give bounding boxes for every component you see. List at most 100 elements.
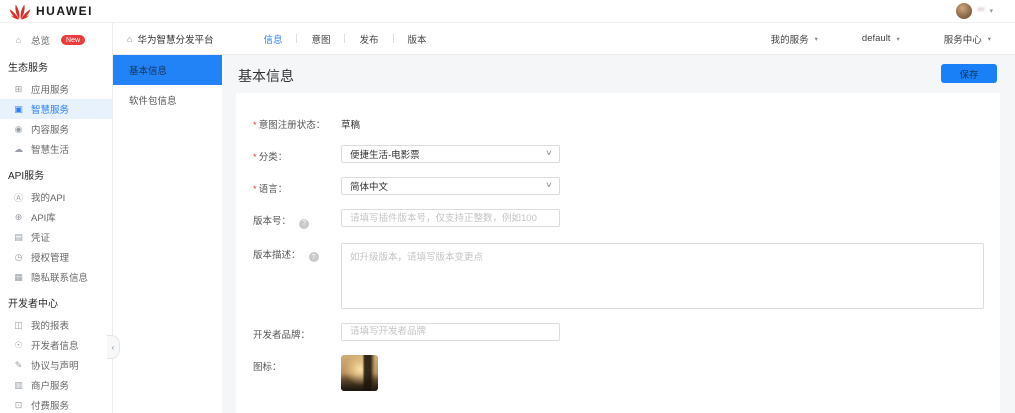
sidebar-item-merchant-services[interactable]: ▥ 商户服务 xyxy=(0,375,112,395)
sidebar-item-my-reports[interactable]: ◫ 我的报表 xyxy=(0,315,112,335)
tabs-group: 信息 意图 发布 版本 xyxy=(263,32,427,46)
sidebar-item-label: 协议与声明 xyxy=(31,361,79,372)
sidebar-item-label: 授权管理 xyxy=(31,253,70,264)
field-label: 开发者品牌： xyxy=(253,323,341,341)
sidebar-item-smart-life[interactable]: ☁ 智慧生活 xyxy=(0,139,112,159)
category-select[interactable]: 便捷生活-电影票 ∨ xyxy=(341,145,560,163)
version-input[interactable] xyxy=(341,209,560,227)
logo-wordmark: HUAWEI xyxy=(36,4,93,18)
sidebar-item-label: 我的报表 xyxy=(31,321,70,332)
sidebar-item-content-services[interactable]: ◉ 内容服务 xyxy=(0,119,112,139)
chevron-down-icon: ∨ xyxy=(545,180,553,189)
user-name-masked: ** xyxy=(977,6,985,16)
platform-title: ⌂ 华为智慧分发平台 xyxy=(113,32,213,46)
tab-publish[interactable]: 发布 xyxy=(359,32,378,46)
caret-down-icon: ▾ xyxy=(814,35,818,43)
subnav-basic-info[interactable]: 基本信息 xyxy=(113,55,222,85)
api-library-icon: ⊕ xyxy=(14,211,23,222)
icon-label: 图标： xyxy=(253,361,282,373)
sidebar-item-credentials[interactable]: ▤ 凭证 xyxy=(0,227,112,247)
field-label: 版本描述：? xyxy=(253,243,341,309)
tab-separator xyxy=(344,34,346,43)
dropdown-label: 服务中心 xyxy=(943,34,982,46)
chevron-down-icon: ∨ xyxy=(545,148,553,157)
sidebar-item-agreements[interactable]: ✎ 协议与声明 xyxy=(0,355,112,375)
user-avatar[interactable] xyxy=(956,3,973,19)
tab-separator xyxy=(296,34,298,43)
user-caret-icon: ▾ xyxy=(989,8,993,15)
sidebar-item-paid-services[interactable]: ⊡ 付费服务 xyxy=(0,395,112,413)
credentials-icon: ▤ xyxy=(14,231,23,242)
form-row-version-desc: 版本描述：? xyxy=(253,242,984,309)
smart-life-icon: ☁ xyxy=(14,143,23,154)
status-value: 草稿 xyxy=(341,120,361,131)
category-label: 分类： xyxy=(258,152,288,163)
dropdown-label: 我的服务 xyxy=(770,34,809,46)
info-icon[interactable]: ? xyxy=(299,218,310,229)
required-mark: * xyxy=(253,184,257,195)
tab-intent[interactable]: 意图 xyxy=(311,32,330,46)
subnav-package-info[interactable]: 软件包信息 xyxy=(113,85,222,115)
app-grid-icon: ⊞ xyxy=(14,83,23,94)
form-row-icon: 图标： xyxy=(253,354,984,391)
field-label: 版本号：? xyxy=(253,209,341,229)
new-badge: New xyxy=(61,35,86,45)
sidebar-item-overview[interactable]: ⌂ 总览 New xyxy=(0,29,112,51)
field-label: * 语言： xyxy=(253,177,341,195)
form-row-brand: 开发者品牌： xyxy=(253,322,984,341)
tab-bar: ⌂ 华为智慧分发平台 信息 意图 发布 版本 我的服务 ▾ default ▾ … xyxy=(113,23,1015,55)
sidebar-item-app-services[interactable]: ⊞ 应用服务 xyxy=(0,79,112,99)
sidebar-item-label: 总览 xyxy=(31,36,51,47)
privacy-contact-icon: ▦ xyxy=(14,271,23,282)
service-center-dropdown[interactable]: 服务中心 ▾ xyxy=(944,32,991,46)
tab-separator xyxy=(392,34,394,43)
sidebar-item-label: 智慧生活 xyxy=(31,145,70,156)
sidebar-item-smart-services[interactable]: ▣ 智慧服务 xyxy=(0,99,112,119)
smart-service-icon: ▣ xyxy=(14,103,23,114)
user-menu[interactable]: ** ▾ xyxy=(956,3,1015,19)
version-desc-textarea[interactable] xyxy=(341,242,984,309)
required-mark: * xyxy=(253,152,257,163)
save-button[interactable]: 保存 xyxy=(941,64,997,83)
sidebar-item-my-api[interactable]: Ⓐ 我的API xyxy=(0,187,112,207)
sidebar-item-auth-management[interactable]: ◷ 授权管理 xyxy=(0,247,112,267)
info-icon[interactable]: ? xyxy=(308,252,319,262)
my-services-dropdown[interactable]: 我的服务 ▾ xyxy=(771,32,818,46)
brand-label: 开发者品牌： xyxy=(253,329,311,341)
sidebar-item-label: 智慧服务 xyxy=(31,105,70,116)
sidebar-item-label: 我的API xyxy=(31,193,66,204)
status-label: 意图注册状态： xyxy=(258,120,326,131)
platform-label: 华为智慧分发平台 xyxy=(137,34,214,46)
sidebar-item-privacy-contact[interactable]: ▦ 隐私联系信息 xyxy=(0,267,112,287)
language-select[interactable]: 简体中文 ∨ xyxy=(341,177,560,195)
language-label: 语言： xyxy=(258,184,288,195)
secondary-sidebar: 基本信息 软件包信息 xyxy=(113,55,222,413)
required-mark: * xyxy=(253,120,257,131)
sidebar-item-api-library[interactable]: ⊕ API库 xyxy=(0,207,112,227)
top-dropdowns: 我的服务 ▾ default ▾ 服务中心 ▾ xyxy=(771,32,1015,46)
default-dropdown[interactable]: default ▾ xyxy=(862,33,900,44)
top-header: HUAWEI ** ▾ xyxy=(0,0,1015,23)
agreements-icon: ✎ xyxy=(14,359,23,370)
huawei-flower-icon xyxy=(9,4,31,20)
merchant-icon: ▥ xyxy=(14,379,23,390)
sidebar-section-eco: 生态服务 xyxy=(8,63,48,74)
field-label: 图标： xyxy=(253,355,341,391)
auth-management-icon: ◷ xyxy=(14,251,23,262)
app-icon-thumbnail[interactable] xyxy=(341,354,378,391)
content-service-icon: ◉ xyxy=(14,123,23,134)
sidebar-item-label: 内容服务 xyxy=(31,125,70,136)
developer-info-icon: ☉ xyxy=(14,339,23,350)
brand-input[interactable] xyxy=(341,322,560,341)
tab-version[interactable]: 版本 xyxy=(408,32,427,46)
sidebar-collapse-handle[interactable]: ‹ xyxy=(107,335,120,359)
sidebar-item-label: API库 xyxy=(31,213,56,224)
dropdown-label: default xyxy=(861,33,891,44)
sidebar-item-developer-info[interactable]: ☉ 开发者信息 xyxy=(0,335,112,355)
platform-icon: ⌂ xyxy=(127,33,133,44)
tab-info[interactable]: 信息 xyxy=(263,32,282,46)
version-desc-label: 版本描述： xyxy=(253,249,301,261)
sidebar-item-label: 开发者信息 xyxy=(31,341,79,352)
caret-down-icon: ▾ xyxy=(896,35,900,43)
caret-down-icon: ▾ xyxy=(987,35,991,43)
